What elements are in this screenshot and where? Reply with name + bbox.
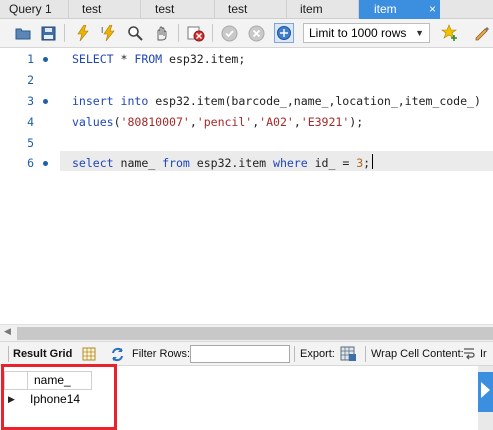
tab-test-1[interactable]: test [69,0,141,19]
open-folder-icon[interactable] [14,24,32,42]
refresh-icon[interactable] [110,347,125,365]
code-line-6[interactable]: select name_ from esp32.item where id_ =… [72,156,370,170]
text-caret [372,154,373,169]
result-grid-tab[interactable]: Result Grid [13,348,72,360]
export-label: Export: [300,348,335,360]
tab-test-3[interactable]: test [215,0,287,19]
sql-editor[interactable]: 1 SELECT * FROM esp32.item; 2 3 insert i… [0,48,493,324]
autocommit-icon[interactable] [274,23,294,43]
line-number: 4 [27,115,34,129]
tab-label: Query 1 [9,2,52,16]
tab-label: test [228,2,248,16]
execute-icon[interactable] [74,24,92,42]
statement-marker-icon [43,99,48,104]
code-line-3[interactable]: insert into esp32.item(barcode_,name_,lo… [72,94,481,108]
tab-item-2[interactable]: item × [359,0,440,19]
rollback-icon[interactable] [247,24,265,42]
tab-label: test [82,2,102,16]
line-number: 6 [27,156,34,170]
line-number: 2 [27,73,34,87]
svg-text:I: I [101,26,103,35]
editor-horizontal-scrollbar[interactable]: ◀ [0,324,493,341]
save-icon[interactable] [39,24,57,42]
highlight-annotation-box [1,364,117,430]
close-icon[interactable]: × [429,0,436,18]
tab-item-1[interactable]: item [287,0,359,19]
grid-view-icon[interactable] [82,347,96,364]
export-icon[interactable] [340,346,357,365]
code-line-1[interactable]: SELECT * FROM esp32.item; [72,52,245,66]
dropdown-arrow-icon: ▼ [415,28,424,38]
commit-icon[interactable] [220,24,238,42]
tab-query-1[interactable]: Query 1 [0,0,69,19]
code-line-4[interactable]: values('80810007','pencil','A02','E3921'… [72,115,363,129]
line-number: 5 [27,136,34,150]
toggle-error-icon[interactable] [187,24,205,42]
explain-icon[interactable] [126,24,144,42]
find-icon[interactable] [473,24,491,42]
limit-rows-value: Limit to 1000 rows [309,26,407,40]
wrap-cell-label: Wrap Cell Content: [371,348,464,360]
beautify-icon[interactable] [441,24,459,42]
execute-current-icon[interactable]: I [100,24,118,42]
stop-icon[interactable] [152,24,170,42]
result-toolbar: Result Grid Filter Rows: Export: Wrap Ce… [0,341,493,366]
tab-label: item [374,2,397,16]
expand-arrow-icon [481,382,490,398]
tab-test-2[interactable]: test [141,0,215,19]
scroll-left-icon[interactable]: ◀ [4,326,11,337]
filter-rows-input[interactable] [190,345,290,363]
tab-label: test [155,2,175,16]
filter-rows-label: Filter Rows: [132,348,191,360]
line-number: 3 [27,94,34,108]
wrap-cell-icon[interactable] [462,346,476,365]
limit-rows-select[interactable]: Limit to 1000 rows ▼ [303,23,430,43]
sql-editor-toolbar: I Limit to 1000 rows ▼ [0,19,493,48]
tab-label: item [300,2,323,16]
line-number: 1 [27,52,34,66]
statement-marker-icon [43,161,48,166]
editor-tab-bar: Query 1 test test test item item × [0,0,493,19]
statement-marker-icon [43,57,48,62]
scrollbar-thumb[interactable] [17,327,493,340]
side-panel-toggle[interactable] [478,366,493,430]
truncated-label: Ir [480,348,487,360]
